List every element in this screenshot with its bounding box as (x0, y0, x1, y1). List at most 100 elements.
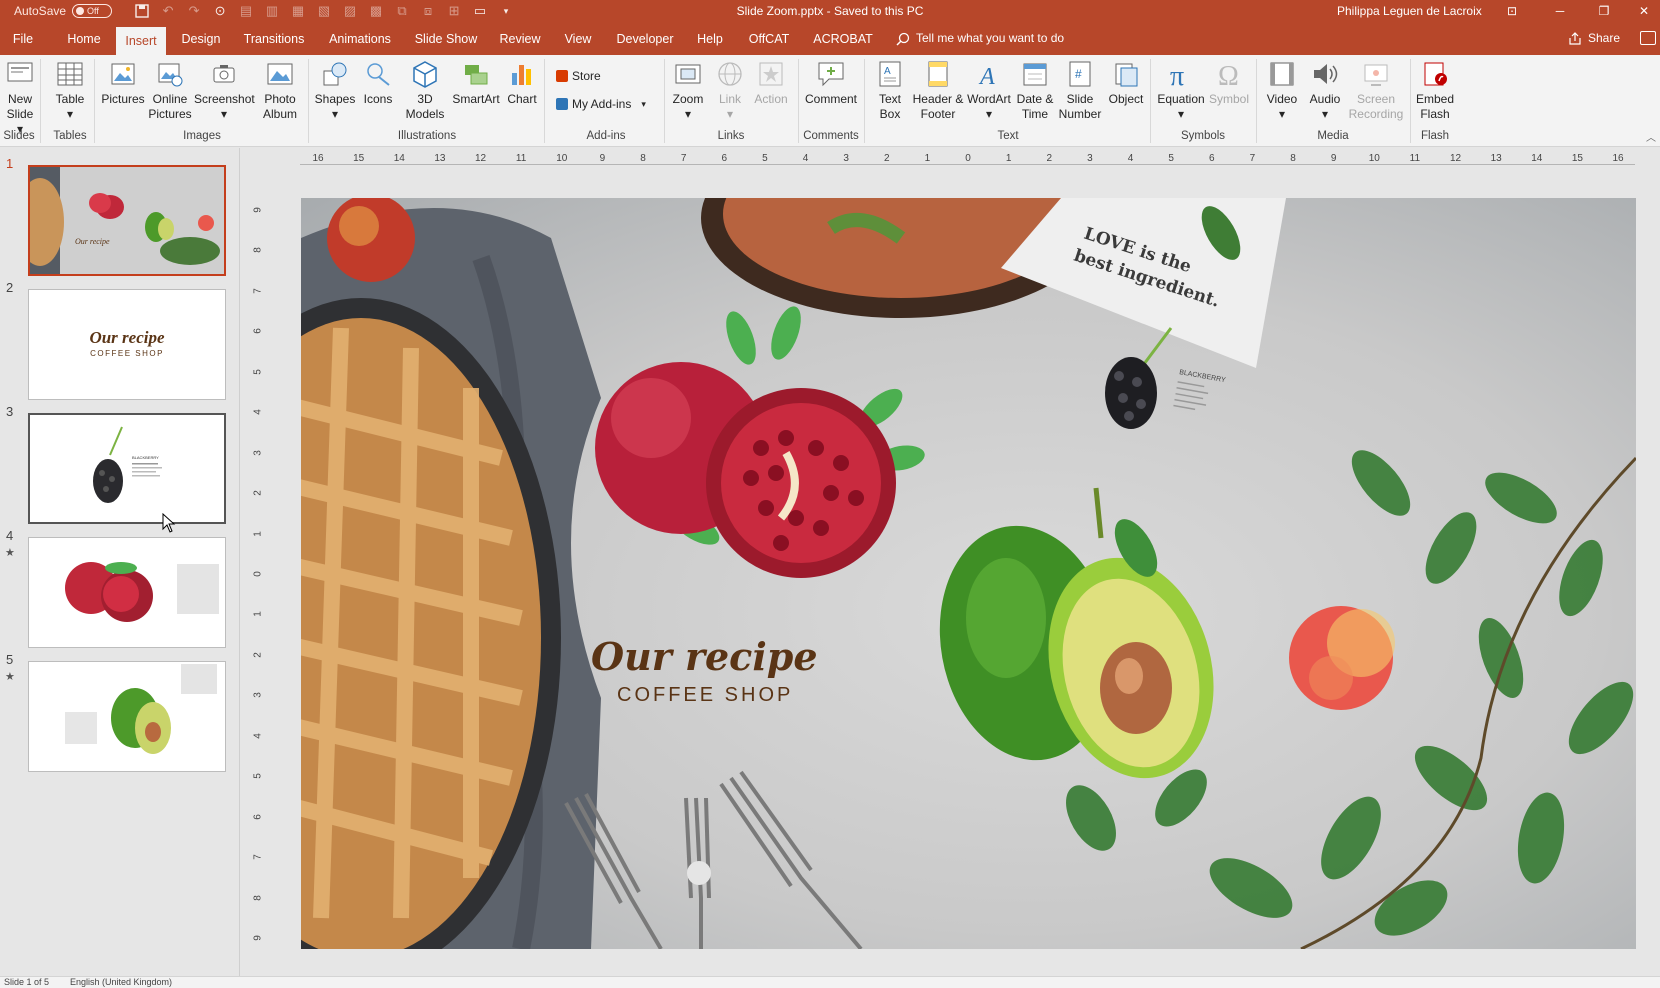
3d-cube-icon (413, 61, 437, 88)
new-slide-button[interactable]: New Slide ▾ (2, 59, 38, 137)
slide-title[interactable]: Our recipe (591, 634, 891, 679)
share-button[interactable]: Share (1568, 22, 1620, 55)
ruler-tick-label: 1 (924, 153, 931, 164)
language-indicator[interactable]: English (United Kingdom) (70, 977, 172, 987)
svg-text:Ω: Ω (1218, 61, 1239, 89)
ruler-tick-label: 11 (515, 153, 527, 164)
user-name[interactable]: Philippa Leguen de Lacroix (1337, 4, 1482, 18)
align-left-icon[interactable]: ▤ (236, 1, 256, 21)
store-icon (556, 70, 568, 82)
tab-design[interactable]: Design (178, 22, 224, 55)
comment-button[interactable]: Comment (804, 59, 858, 107)
slide-number-button[interactable]: # Slide Number (1058, 59, 1102, 122)
slide-thumbnail-2[interactable]: Our recipe COFFEE SHOP (28, 289, 226, 400)
minimize-icon[interactable]: ─ (1540, 0, 1580, 22)
date-time-button[interactable]: Date & Time (1014, 59, 1056, 122)
my-addins-button[interactable]: My Add-ins ▾ (556, 97, 646, 111)
save-icon[interactable] (132, 1, 152, 21)
align-middle-icon[interactable]: ▨ (340, 1, 360, 21)
vertical-ruler[interactable]: 9 8 7 6 5 4 3 2 1 0 1 2 3 4 5 6 7 8 9 (252, 200, 269, 945)
ruler-tick-label: 1 (252, 530, 264, 537)
ruler-tick-label: 8 (252, 894, 264, 901)
close-icon[interactable]: ✕ (1624, 0, 1660, 22)
audio-button[interactable]: Audio ▾ (1304, 59, 1346, 122)
restore-icon[interactable]: ❐ (1584, 0, 1624, 22)
ruler-tick-label: 15 (353, 153, 365, 164)
symbol-label: Symbol (1208, 92, 1249, 106)
store-button[interactable]: Store (556, 69, 601, 83)
icons-button[interactable]: Icons (360, 59, 396, 107)
header-footer-button[interactable]: Header & Footer (912, 59, 964, 122)
thumb-3-label: BLACKBERRY (132, 455, 159, 460)
slide-thumbnail-1[interactable]: Our recipe (28, 165, 226, 276)
group-label-media: Media (1317, 130, 1349, 142)
pictures-button[interactable]: Pictures (100, 59, 146, 107)
comments-icon[interactable] (1640, 31, 1656, 45)
tab-acrobat[interactable]: ACROBAT (812, 22, 874, 55)
tab-file[interactable]: File (6, 22, 40, 55)
ribbon-display-options-icon[interactable]: ⊡ (1492, 0, 1532, 22)
group-icon[interactable]: ⧉ (392, 1, 412, 21)
start-from-beginning-icon[interactable]: ⊙ (210, 1, 230, 21)
align-right-icon[interactable]: ▦ (288, 1, 308, 21)
screenshot-button[interactable]: Screenshot ▾ (194, 59, 255, 122)
text-box-label: Text Box (878, 92, 901, 121)
zoom-button[interactable]: Zoom ▾ (670, 59, 706, 122)
screen-recording-button[interactable]: Screen Recording (1346, 59, 1406, 122)
svg-text:π: π (1170, 61, 1184, 89)
tab-slide-show[interactable]: Slide Show (410, 22, 482, 55)
tab-view[interactable]: View (558, 22, 598, 55)
link-button[interactable]: Link ▾ (712, 59, 748, 122)
text-box-button[interactable]: A Text Box (870, 59, 910, 122)
tab-home[interactable]: Home (62, 22, 106, 55)
tab-insert[interactable]: Insert (116, 27, 166, 55)
autosave-toggle[interactable]: Off (72, 4, 113, 18)
ruler-tick-label: 3 (252, 692, 264, 699)
shapes-button[interactable]: Shapes ▾ (314, 59, 356, 122)
video-button[interactable]: Video ▾ (1262, 59, 1302, 122)
collapse-ribbon-icon[interactable]: ︿ (1646, 129, 1656, 144)
table-button[interactable]: Table ▾ (50, 59, 90, 122)
3d-models-button[interactable]: 3D Models (400, 59, 450, 122)
smartart-button[interactable]: SmartArt (450, 59, 502, 107)
tab-help[interactable]: Help (692, 22, 728, 55)
slide-thumbnail-3[interactable]: BLACKBERRY (28, 413, 226, 524)
horizontal-ruler[interactable]: 16 15 14 13 12 11 10 9 8 7 6 5 4 3 2 1 0 1 2 3 4 5 6 7 8 9 10 11 12 1… (300, 151, 1635, 167)
ungroup-icon[interactable]: ⧈ (418, 1, 438, 21)
object-button[interactable]: Object (1106, 59, 1146, 107)
wordart-button[interactable]: A WordArt ▾ (966, 59, 1012, 122)
undo-icon[interactable]: ↶ (158, 1, 178, 21)
action-button[interactable]: Action (752, 59, 790, 107)
title-bar: AutoSave Off ↶ ↷ ⊙ ▤ ▥ ▦ ▧ ▨ ▩ ⧉ ⧈ ⊞ ▭ ▾… (0, 0, 1660, 22)
svg-text:A: A (884, 66, 891, 77)
slide-thumbnail-pane: 1 Our recipe 2 Our recipe COFFEE SHOP 3 … (0, 148, 240, 976)
tab-review[interactable]: Review (496, 22, 544, 55)
equation-button[interactable]: π Equation ▾ (1156, 59, 1206, 122)
flash-icon (1424, 62, 1447, 86)
align-top-icon[interactable]: ▧ (314, 1, 334, 21)
slide-icon[interactable]: ▭ (470, 1, 490, 21)
tab-animations[interactable]: Animations (324, 22, 396, 55)
tab-developer[interactable]: Developer (612, 22, 678, 55)
symbol-button[interactable]: Ω Symbol (1206, 59, 1252, 107)
align-bottom-icon[interactable]: ▩ (366, 1, 386, 21)
redo-icon[interactable]: ↷ (184, 1, 204, 21)
slide-canvas[interactable]: LOVE is the best ingredient. BLACKBERRY (301, 198, 1636, 949)
online-pictures-label: Online Pictures (148, 92, 192, 121)
online-pictures-button[interactable]: Online Pictures (148, 59, 192, 122)
my-addins-label: My Add-ins (572, 97, 632, 111)
tab-transitions[interactable]: Transitions (240, 22, 308, 55)
distribute-icon[interactable]: ⊞ (444, 1, 464, 21)
embed-flash-button[interactable]: Embed Flash (1414, 59, 1456, 122)
tab-offcat[interactable]: OffCAT (744, 22, 794, 55)
slide-thumbnail-4[interactable] (28, 537, 226, 648)
share-icon (1569, 31, 1581, 45)
slide-thumbnail-5[interactable] (28, 661, 226, 772)
customize-qat-icon[interactable]: ▾ (496, 1, 516, 21)
chart-button[interactable]: Chart (504, 59, 540, 107)
object-label: Object (1108, 92, 1144, 106)
slide-subtitle[interactable]: COFFEE SHOP (617, 684, 917, 707)
align-center-icon[interactable]: ▥ (262, 1, 282, 21)
tell-me-search[interactable]: Tell me what you want to do (896, 22, 1064, 55)
photo-album-button[interactable]: Photo Album (256, 59, 304, 122)
